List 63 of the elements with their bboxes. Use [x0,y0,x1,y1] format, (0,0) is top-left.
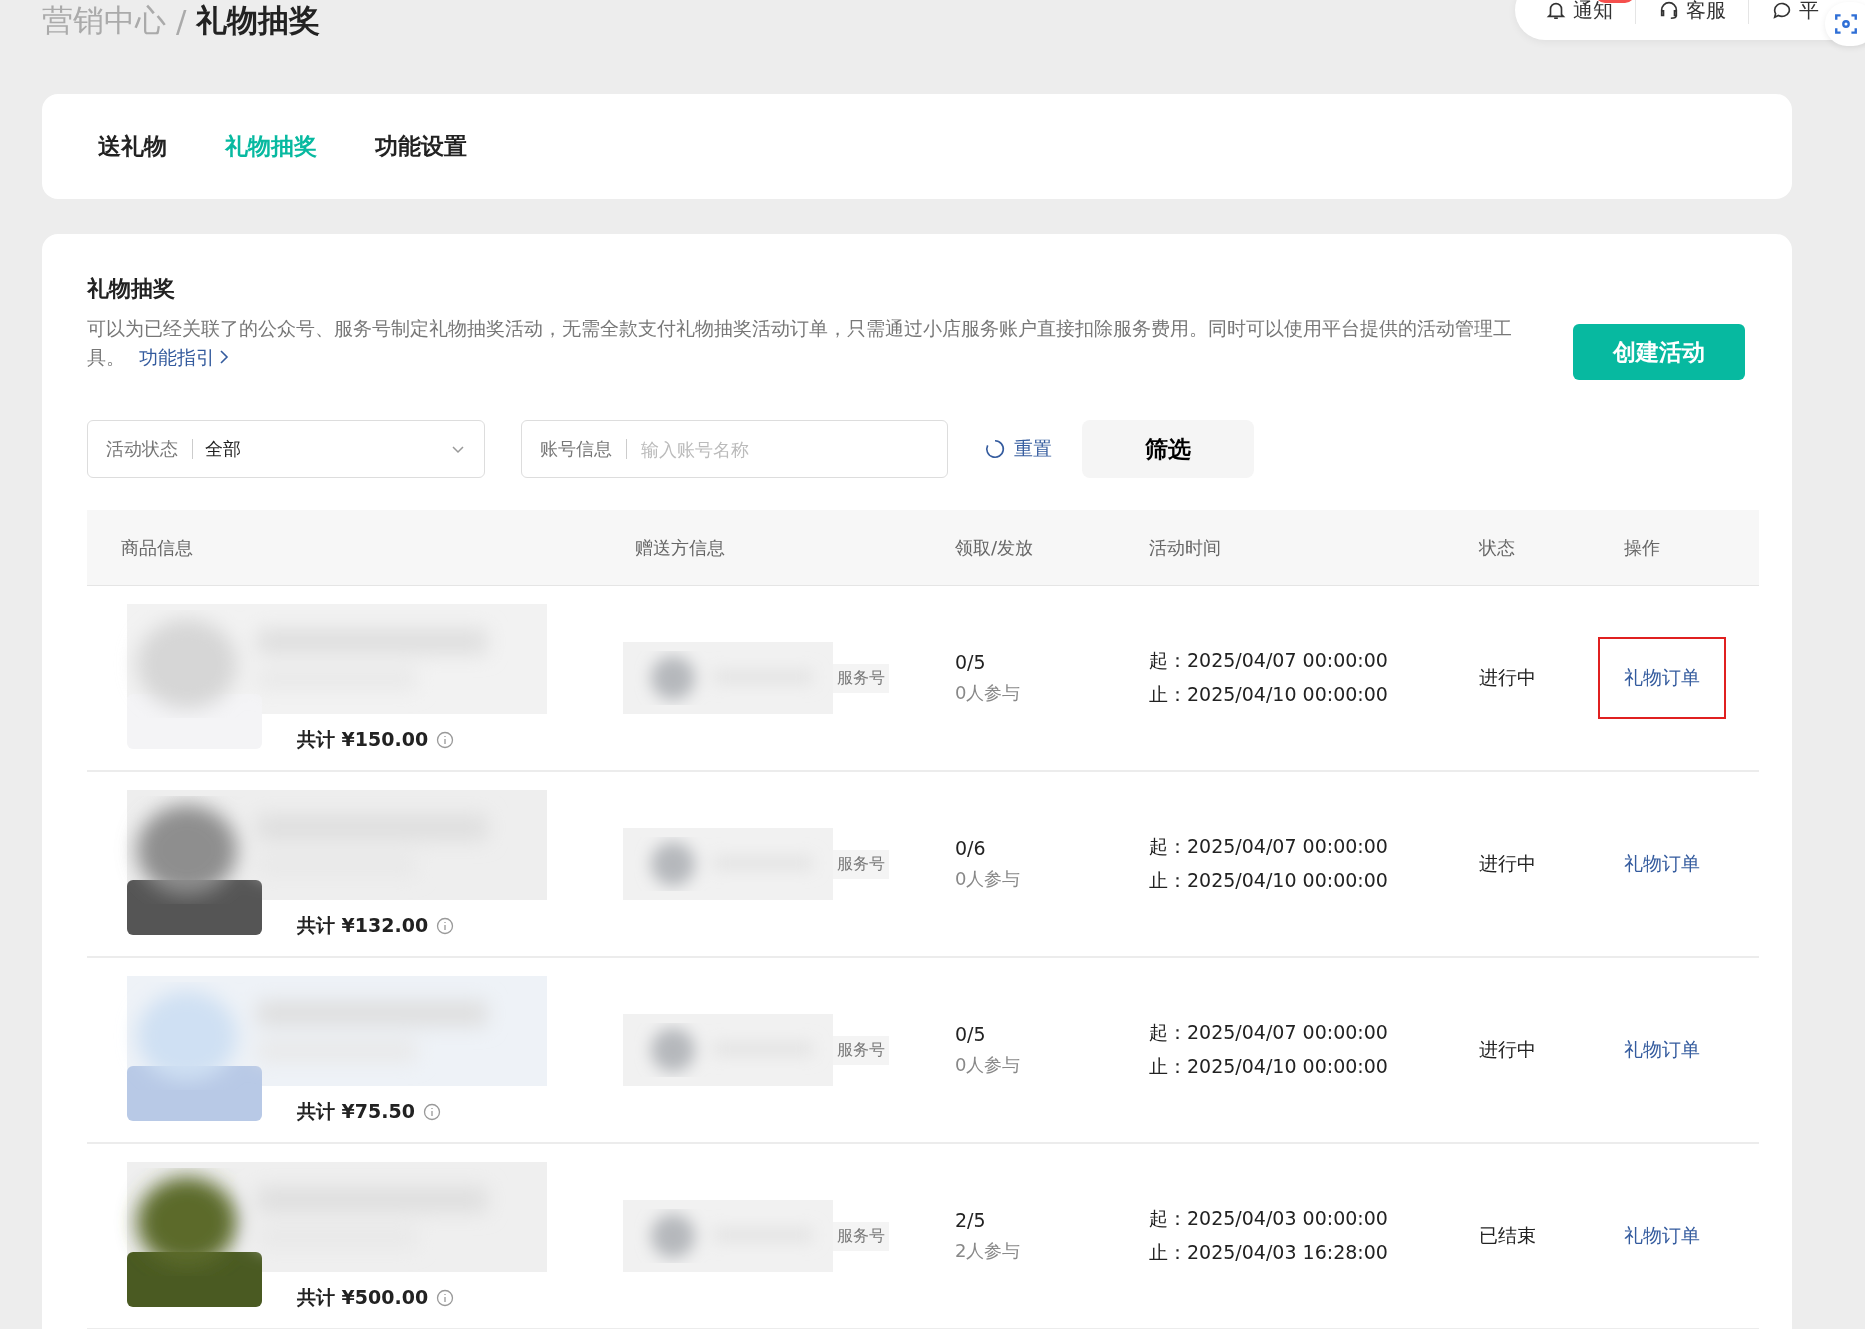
status-text: 进行中 [1479,665,1537,690]
start-time: 起：2025/04/07 00:00:00 [1149,834,1389,859]
breadcrumb-separator: / [176,3,187,39]
claimed-count: 2/5 [955,1209,987,1231]
total-price: 共计 ¥75.50 [297,1098,415,1124]
top-bar-link[interactable]: 平 [1799,0,1819,24]
claimed-count: 0/5 [955,651,987,673]
section-description: 可以为已经关联了的公众号、服务号制定礼物抽奖活动，无需全款支付礼物抽奖活动订单，只需通过小店服务账户直接扣除服务费用。同时可以使用平台提供的活动管理工具。 功能指引 [87,316,1513,371]
guide-link[interactable]: 功能指引 [139,346,229,369]
reset-button[interactable]: 重置 [984,436,1052,462]
scan-button[interactable] [1825,2,1865,46]
end-time: 止：2025/04/03 16:28:00 [1149,1240,1389,1265]
column-header: 操作 [1624,535,1661,560]
claimed-count: 0/6 [955,837,987,859]
status-text: 进行中 [1479,1037,1537,1062]
headset-icon [1658,0,1680,21]
account-type-tag: 服务号 [833,663,889,693]
column-header: 活动时间 [1149,535,1222,560]
total-price: 共计 ¥150.00 [297,726,429,752]
chevron-right-icon [219,349,229,365]
info-icon[interactable] [436,1288,455,1307]
account-field[interactable]: 账号信息 输入账号名称 [521,420,948,478]
top-bar-link[interactable]: 客服 [1686,0,1726,24]
participant-count: 0人参与 [955,1053,1022,1077]
column-header: 赠送方信息 [635,535,726,560]
gift-order-link[interactable]: 礼物订单 [1598,823,1726,905]
gift-order-link[interactable]: 礼物订单 [1598,1009,1726,1091]
end-time: 止：2025/04/10 00:00:00 [1149,682,1389,707]
bell-icon [1545,0,1567,21]
chat-icon [1771,0,1793,21]
start-time: 起：2025/04/03 00:00:00 [1149,1206,1389,1231]
section-title: 礼物抽奖 [87,275,176,303]
info-icon[interactable] [436,916,455,935]
account-type-tag: 服务号 [833,1221,889,1251]
status-text: 已结束 [1479,1223,1537,1248]
tab[interactable]: 送礼物 [98,131,167,162]
status-select[interactable]: 活动状态 全部 [87,420,485,478]
tab[interactable]: 功能设置 [375,131,467,162]
total-price: 共计 ¥500.00 [297,1284,429,1310]
column-header: 商品信息 [120,535,194,560]
info-icon[interactable] [436,730,455,749]
account-type-tag: 服务号 [833,1035,889,1065]
page-title: 礼物抽奖 [196,1,321,40]
claimed-count: 0/5 [955,1023,987,1045]
column-header: 领取/发放 [955,535,1035,560]
column-header: 状态 [1479,535,1516,560]
participant-count: 2人参与 [955,1239,1022,1263]
start-time: 起：2025/04/07 00:00:00 [1149,648,1389,673]
participant-count: 0人参与 [955,681,1022,705]
scan-icon [1833,11,1859,37]
end-time: 止：2025/04/10 00:00:00 [1149,1054,1389,1079]
gift-order-link[interactable]: 礼物订单 [1598,637,1726,719]
top-bar-link[interactable]: 通知 [1573,0,1613,24]
account-type-tag: 服务号 [833,849,889,879]
refresh-icon [984,438,1006,460]
total-price: 共计 ¥132.00 [297,912,429,938]
filter-button[interactable]: 筛选 [1082,420,1254,478]
end-time: 止：2025/04/10 00:00:00 [1149,868,1389,893]
gift-order-link[interactable]: 礼物订单 [1598,1195,1726,1277]
start-time: 起：2025/04/07 00:00:00 [1149,1020,1389,1045]
participant-count: 0人参与 [955,867,1022,891]
status-text: 进行中 [1479,851,1537,876]
info-icon[interactable] [422,1102,441,1121]
